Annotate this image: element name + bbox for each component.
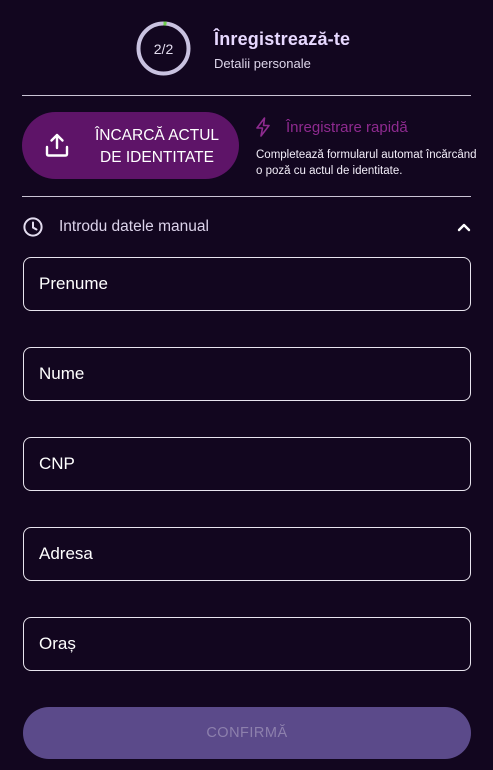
divider [22, 196, 471, 197]
quick-register-title: Înregistrare rapidă [286, 119, 408, 136]
step-progress-ring: 2/2 [135, 20, 192, 77]
lightning-icon [256, 117, 270, 137]
chevron-up-icon[interactable] [457, 221, 471, 233]
page-subtitle: Detalii personale [214, 56, 311, 71]
first-name-field[interactable] [23, 257, 471, 311]
city-field[interactable] [23, 617, 471, 671]
cnp-field[interactable] [23, 437, 471, 491]
registration-page: 2/2 Înregistrează-te Detalii personale Î… [0, 0, 493, 770]
header: 2/2 Înregistrează-te Detalii personale [0, 0, 493, 95]
manual-entry-toggle[interactable]: Introdu datele manual [22, 214, 471, 240]
manual-entry-label: Introdu datele manual [59, 218, 209, 235]
address-field[interactable] [23, 527, 471, 581]
confirm-button[interactable]: CONFIRMĂ [23, 707, 471, 759]
upload-label-line2: DE IDENTITATE [100, 149, 214, 166]
page-title: Înregistrează-te [214, 29, 351, 49]
upload-id-button[interactable]: ÎNCARCĂ ACTUL DE IDENTITATE [22, 112, 239, 179]
last-name-field[interactable] [23, 347, 471, 401]
quick-register-description: Completează formularul automat încărcând… [256, 149, 477, 177]
upload-button-label: ÎNCARCĂ ACTUL DE IDENTITATE [82, 125, 232, 169]
clock-icon [23, 217, 43, 237]
divider [22, 95, 471, 96]
upload-icon [45, 133, 69, 157]
step-counter: 2/2 [153, 40, 174, 57]
upload-label-line1: ÎNCARCĂ ACTUL [94, 127, 220, 144]
